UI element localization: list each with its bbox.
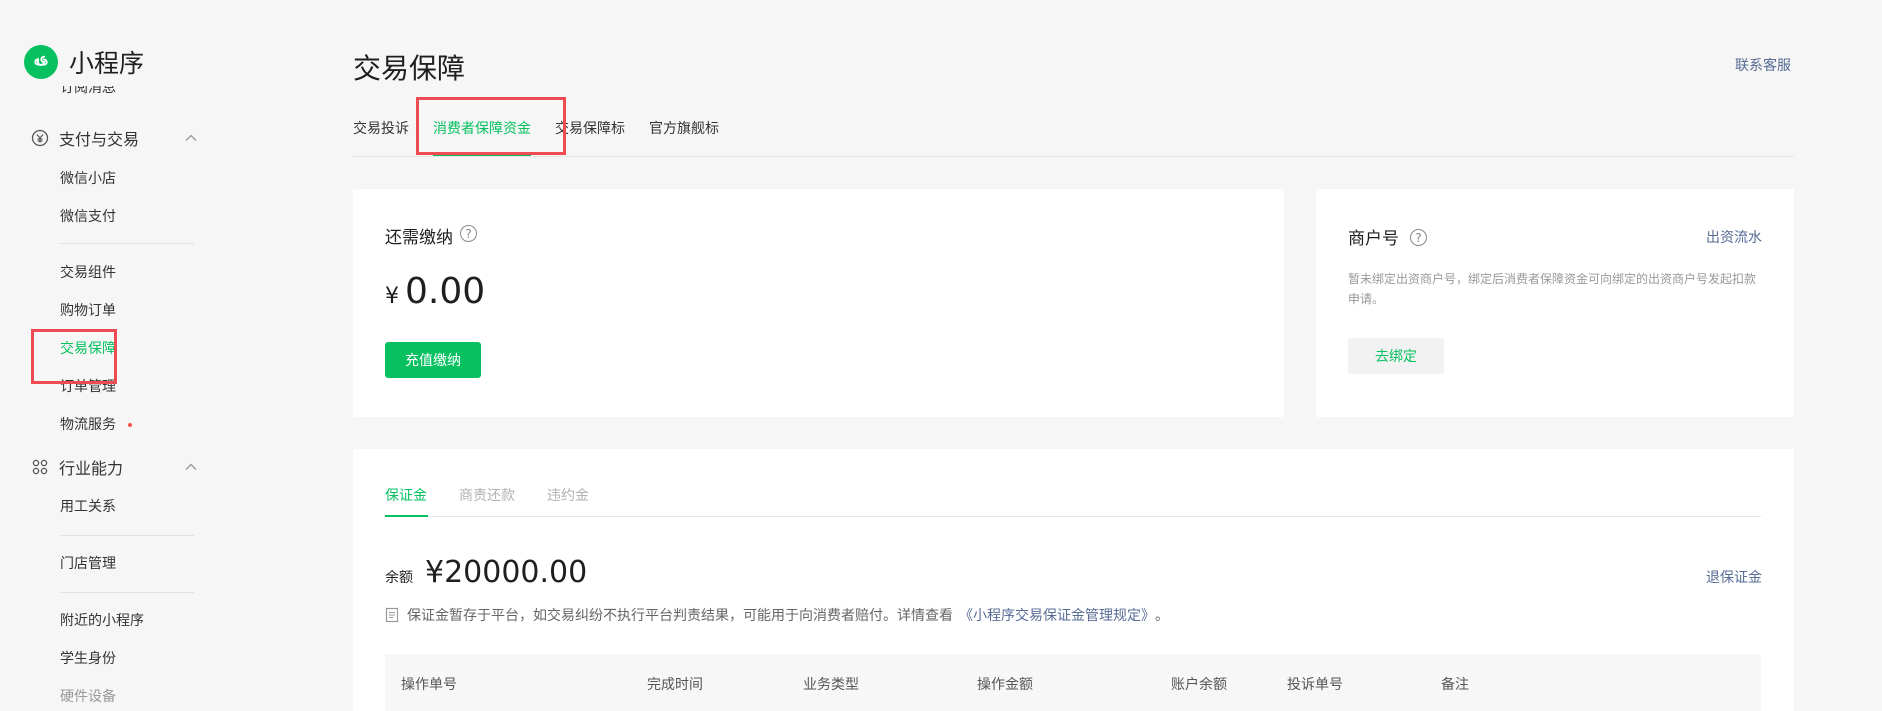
table-header: 操作单号 完成时间 业务类型 操作金额 账户余额 投诉单号 备注 bbox=[385, 654, 1761, 711]
sidebar-item-store-management[interactable]: 门店管理 bbox=[60, 555, 116, 573]
document-icon bbox=[385, 607, 399, 623]
funding-flow-link[interactable]: 出资流水 bbox=[1706, 227, 1762, 247]
sidebar-item-trade-component[interactable]: 交易组件 bbox=[60, 264, 116, 282]
sidebar-item-wechat-shop[interactable]: 微信小店 bbox=[60, 170, 116, 188]
deposit-notice: 保证金暂存于平台，如交易纠纷不执行平台判责结果，可能用于向消费者赔付。详情查看 … bbox=[385, 605, 1169, 625]
subtab-merchant-repayment[interactable]: 商责还款 bbox=[459, 485, 515, 505]
yuan-circle-icon bbox=[30, 128, 50, 148]
column-header: 操作金额 bbox=[977, 677, 1033, 693]
page-title: 交易保障 bbox=[353, 52, 466, 85]
contact-support-link[interactable]: 联系客服 bbox=[1735, 55, 1791, 75]
sidebar-group-industry[interactable]: 行业能力 bbox=[30, 455, 123, 479]
divider bbox=[60, 243, 194, 244]
merchant-description: 暂未绑定出资商户号，绑定后消费者保障资金可向绑定的出资商户号发起扣款申请。 bbox=[1348, 272, 1757, 306]
sidebar-item-nearby-miniprogram[interactable]: 附近的小程序 bbox=[60, 612, 144, 630]
deposit-rules-link[interactable]: 《小程序交易保证金管理规定》 bbox=[959, 605, 1155, 625]
column-header: 账户余额 bbox=[1171, 677, 1227, 693]
sidebar-item-hardware[interactable]: 硬件设备 bbox=[60, 688, 116, 706]
payment-amount: ¥ 0.00 bbox=[385, 271, 485, 312]
sidebar-group-label: 行业能力 bbox=[59, 459, 124, 478]
recharge-button[interactable]: 充值缴纳 bbox=[385, 342, 481, 378]
subtab-deposit[interactable]: 保证金 bbox=[385, 485, 427, 505]
divider bbox=[60, 535, 194, 536]
subtab-penalty[interactable]: 违约金 bbox=[547, 485, 589, 505]
tab-bar: 交易投诉 消费者保障资金 交易保障标 官方旗舰标 bbox=[353, 120, 1794, 157]
sidebar-item-student-identity[interactable]: 学生身份 bbox=[60, 650, 116, 668]
help-icon[interactable]: ? bbox=[1410, 229, 1428, 246]
merchant-card: 商户号 ? 出资流水 暂未绑定出资商户号，绑定后消费者保障资金可向绑定的出资商户… bbox=[1316, 189, 1794, 417]
chevron-up-icon[interactable] bbox=[184, 460, 198, 474]
payment-label-row: 还需缴纳 ? bbox=[385, 223, 478, 248]
column-header: 备注 bbox=[1441, 677, 1469, 693]
highlight-box bbox=[416, 97, 566, 155]
sidebar-item-wechat-pay[interactable]: 微信支付 bbox=[60, 208, 116, 226]
logo[interactable]: 小程序 bbox=[24, 44, 144, 80]
divider bbox=[385, 516, 1761, 517]
tab-trade-complaints[interactable]: 交易投诉 bbox=[353, 120, 409, 138]
column-header: 业务类型 bbox=[803, 677, 859, 693]
balance-label: 余额 bbox=[385, 570, 413, 586]
notification-dot bbox=[128, 423, 132, 427]
column-header: 操作单号 bbox=[401, 677, 457, 693]
merchant-id-label: 商户号 bbox=[1348, 229, 1399, 249]
tab-official-flagship-badge[interactable]: 官方旗舰标 bbox=[649, 120, 719, 138]
column-header: 投诉单号 bbox=[1287, 677, 1343, 693]
payment-due-amount: 0.00 bbox=[405, 271, 486, 312]
notice-text: 保证金暂存于平台，如交易纠纷不执行平台判责结果，可能用于向消费者赔付。详情查看 bbox=[407, 608, 953, 624]
bind-merchant-button[interactable]: 去绑定 bbox=[1348, 338, 1444, 374]
sidebar-item-logistics[interactable]: 物流服务 bbox=[60, 416, 132, 434]
sidebar-group-label: 支付与交易 bbox=[59, 130, 140, 149]
highlight-box bbox=[31, 329, 117, 384]
sidebar-item-shopping-orders[interactable]: 购物订单 bbox=[60, 302, 116, 320]
sidebar-group-payment[interactable]: 支付与交易 bbox=[30, 126, 139, 150]
industry-icon bbox=[30, 457, 50, 477]
sidebar-item-employment[interactable]: 用工关系 bbox=[60, 498, 116, 516]
balance-value: ¥20000.00 bbox=[425, 555, 588, 590]
notice-end: 。 bbox=[1155, 608, 1169, 624]
refund-deposit-link[interactable]: 退保证金 bbox=[1706, 567, 1762, 587]
balance-row: 余额 ¥20000.00 bbox=[385, 555, 587, 590]
miniprogram-logo-icon bbox=[24, 45, 58, 79]
sidebar-item-subscribe-message[interactable]: 订阅消息 bbox=[60, 86, 116, 98]
logo-text: 小程序 bbox=[69, 49, 145, 78]
payment-due-label: 还需缴纳 bbox=[385, 228, 453, 248]
currency-symbol: ¥ bbox=[385, 284, 399, 309]
payment-card: 还需缴纳 ? ¥ 0.00 充值缴纳 bbox=[353, 189, 1284, 417]
help-icon[interactable]: ? bbox=[460, 225, 478, 242]
merchant-label-row: 商户号 ? bbox=[1348, 224, 1428, 249]
divider bbox=[60, 592, 194, 593]
column-header: 完成时间 bbox=[647, 677, 703, 693]
active-subtab-indicator bbox=[385, 515, 428, 517]
sidebar-item-label: 物流服务 bbox=[60, 417, 116, 433]
chevron-up-icon[interactable] bbox=[184, 131, 198, 145]
